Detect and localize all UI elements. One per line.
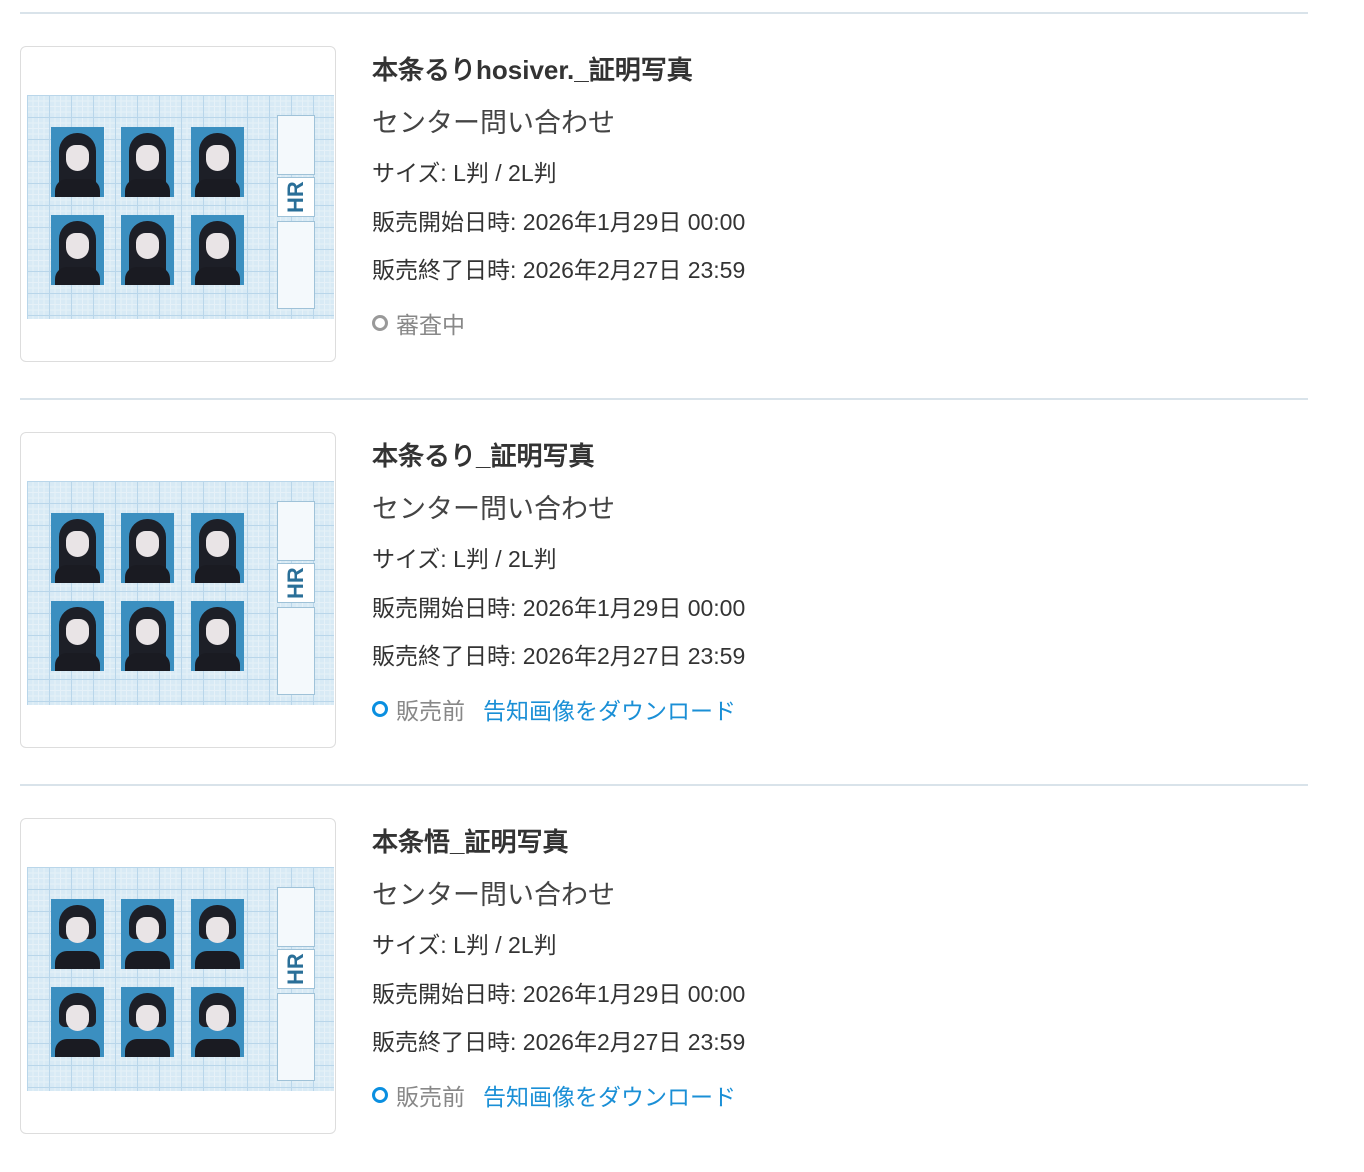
sale-end-datetime: 販売終了日時: 2026年2月27日 23:59 xyxy=(372,1029,746,1055)
photo-sheet-image: HR xyxy=(27,95,334,319)
divider xyxy=(20,398,1308,400)
sheet-side-panel: HR xyxy=(277,115,315,309)
product-item: HR 本条るりhosiver._証明写真 センター問い合わせ サイズ: L判 /… xyxy=(20,46,1320,366)
portrait-photo xyxy=(191,987,244,1057)
portrait-photo xyxy=(121,215,174,285)
portrait-photo xyxy=(51,215,104,285)
sheet-side-panel: HR xyxy=(277,887,315,1081)
sale-end-datetime: 販売終了日時: 2026年2月27日 23:59 xyxy=(372,257,746,283)
product-size: サイズ: L判 / 2L判 xyxy=(372,546,557,572)
product-item: HR 本条るり_証明写真 センター問い合わせ サイズ: L判 / 2L判 販売開… xyxy=(20,432,1320,752)
status-label: 審査中 xyxy=(396,312,465,338)
portrait-photo xyxy=(51,513,104,583)
portrait-photo xyxy=(121,513,174,583)
status-row: 審査中 xyxy=(372,306,465,340)
hr-logo: HR xyxy=(277,949,315,989)
portrait-photo xyxy=(51,127,104,197)
portrait-photo xyxy=(121,987,174,1057)
product-title: 本条悟_証明写真 xyxy=(372,827,569,857)
sale-end-datetime: 販売終了日時: 2026年2月27日 23:59 xyxy=(372,643,746,669)
portrait-photo xyxy=(191,215,244,285)
divider xyxy=(20,784,1308,786)
photo-sheet-image: HR xyxy=(27,867,334,1091)
product-subtitle: センター問い合わせ xyxy=(372,880,615,910)
product-subtitle: センター問い合わせ xyxy=(372,494,615,524)
product-thumbnail[interactable]: HR xyxy=(20,46,336,362)
portrait-photo xyxy=(191,601,244,671)
hr-logo: HR xyxy=(277,563,315,603)
product-title: 本条るり_証明写真 xyxy=(372,441,595,471)
portrait-photo xyxy=(51,987,104,1057)
portrait-photo xyxy=(51,601,104,671)
sale-start-datetime: 販売開始日時: 2026年1月29日 00:00 xyxy=(372,981,746,1007)
product-thumbnail[interactable]: HR xyxy=(20,818,336,1134)
status-row: 販売前 告知画像をダウンロード xyxy=(372,1078,736,1112)
status-label: 販売前 xyxy=(396,1084,465,1110)
product-list: HR 本条るりhosiver._証明写真 センター問い合わせ サイズ: L判 /… xyxy=(0,0,1364,1172)
status-label: 販売前 xyxy=(396,698,465,724)
status-ring-icon xyxy=(372,315,388,331)
product-size: サイズ: L判 / 2L判 xyxy=(372,160,557,186)
portrait-photo xyxy=(121,601,174,671)
portrait-photo xyxy=(51,899,104,969)
status-ring-icon xyxy=(372,1087,388,1103)
sale-start-datetime: 販売開始日時: 2026年1月29日 00:00 xyxy=(372,209,746,235)
status-ring-icon xyxy=(372,701,388,717)
divider xyxy=(20,12,1308,14)
portrait-photo xyxy=(121,127,174,197)
portrait-photo xyxy=(121,899,174,969)
portrait-photo xyxy=(191,127,244,197)
product-subtitle: センター問い合わせ xyxy=(372,108,615,138)
portrait-photo xyxy=(191,513,244,583)
download-notice-image-link[interactable]: 告知画像をダウンロード xyxy=(483,1078,736,1112)
download-notice-image-link[interactable]: 告知画像をダウンロード xyxy=(483,692,736,726)
portrait-photo xyxy=(191,899,244,969)
sheet-side-panel: HR xyxy=(277,501,315,695)
hr-logo: HR xyxy=(277,177,315,217)
photo-sheet-image: HR xyxy=(27,481,334,705)
product-size: サイズ: L判 / 2L判 xyxy=(372,932,557,958)
sale-start-datetime: 販売開始日時: 2026年1月29日 00:00 xyxy=(372,595,746,621)
product-title: 本条るりhosiver._証明写真 xyxy=(372,55,693,85)
product-item: HR 本条悟_証明写真 センター問い合わせ サイズ: L判 / 2L判 販売開始… xyxy=(20,818,1320,1138)
status-row: 販売前 告知画像をダウンロード xyxy=(372,692,736,726)
product-thumbnail[interactable]: HR xyxy=(20,432,336,748)
